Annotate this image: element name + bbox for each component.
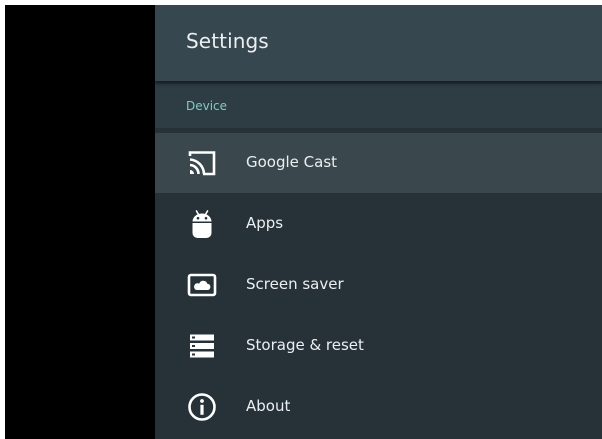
menu-item-screen-saver[interactable]: Screen saver xyxy=(155,255,602,315)
menu-item-label: Screen saver xyxy=(246,275,344,293)
menu-item-storage-reset[interactable]: Storage & reset xyxy=(155,316,602,376)
menu-item-apps[interactable]: Apps xyxy=(155,194,602,254)
menu-item-label: Storage & reset xyxy=(246,336,364,354)
page-title: Settings xyxy=(186,29,269,53)
menu-item-label: About xyxy=(246,397,291,415)
menu-item-about[interactable]: About xyxy=(155,377,602,437)
settings-panel: Settings Device Google Cast Apps Screen … xyxy=(155,5,602,439)
menu-item-label: Apps xyxy=(246,214,284,232)
menu-item-label: Google Cast xyxy=(246,153,338,171)
cast-icon xyxy=(186,147,218,179)
settings-header: Settings xyxy=(155,5,602,81)
storage-icon xyxy=(186,330,218,362)
screen-saver-icon xyxy=(186,269,218,301)
section-label: Device xyxy=(186,99,228,113)
menu-item-google-cast[interactable]: Google Cast xyxy=(155,133,602,193)
info-icon xyxy=(186,391,218,423)
android-icon xyxy=(186,208,218,240)
tv-screen: Settings Device Google Cast Apps Screen … xyxy=(5,5,602,439)
